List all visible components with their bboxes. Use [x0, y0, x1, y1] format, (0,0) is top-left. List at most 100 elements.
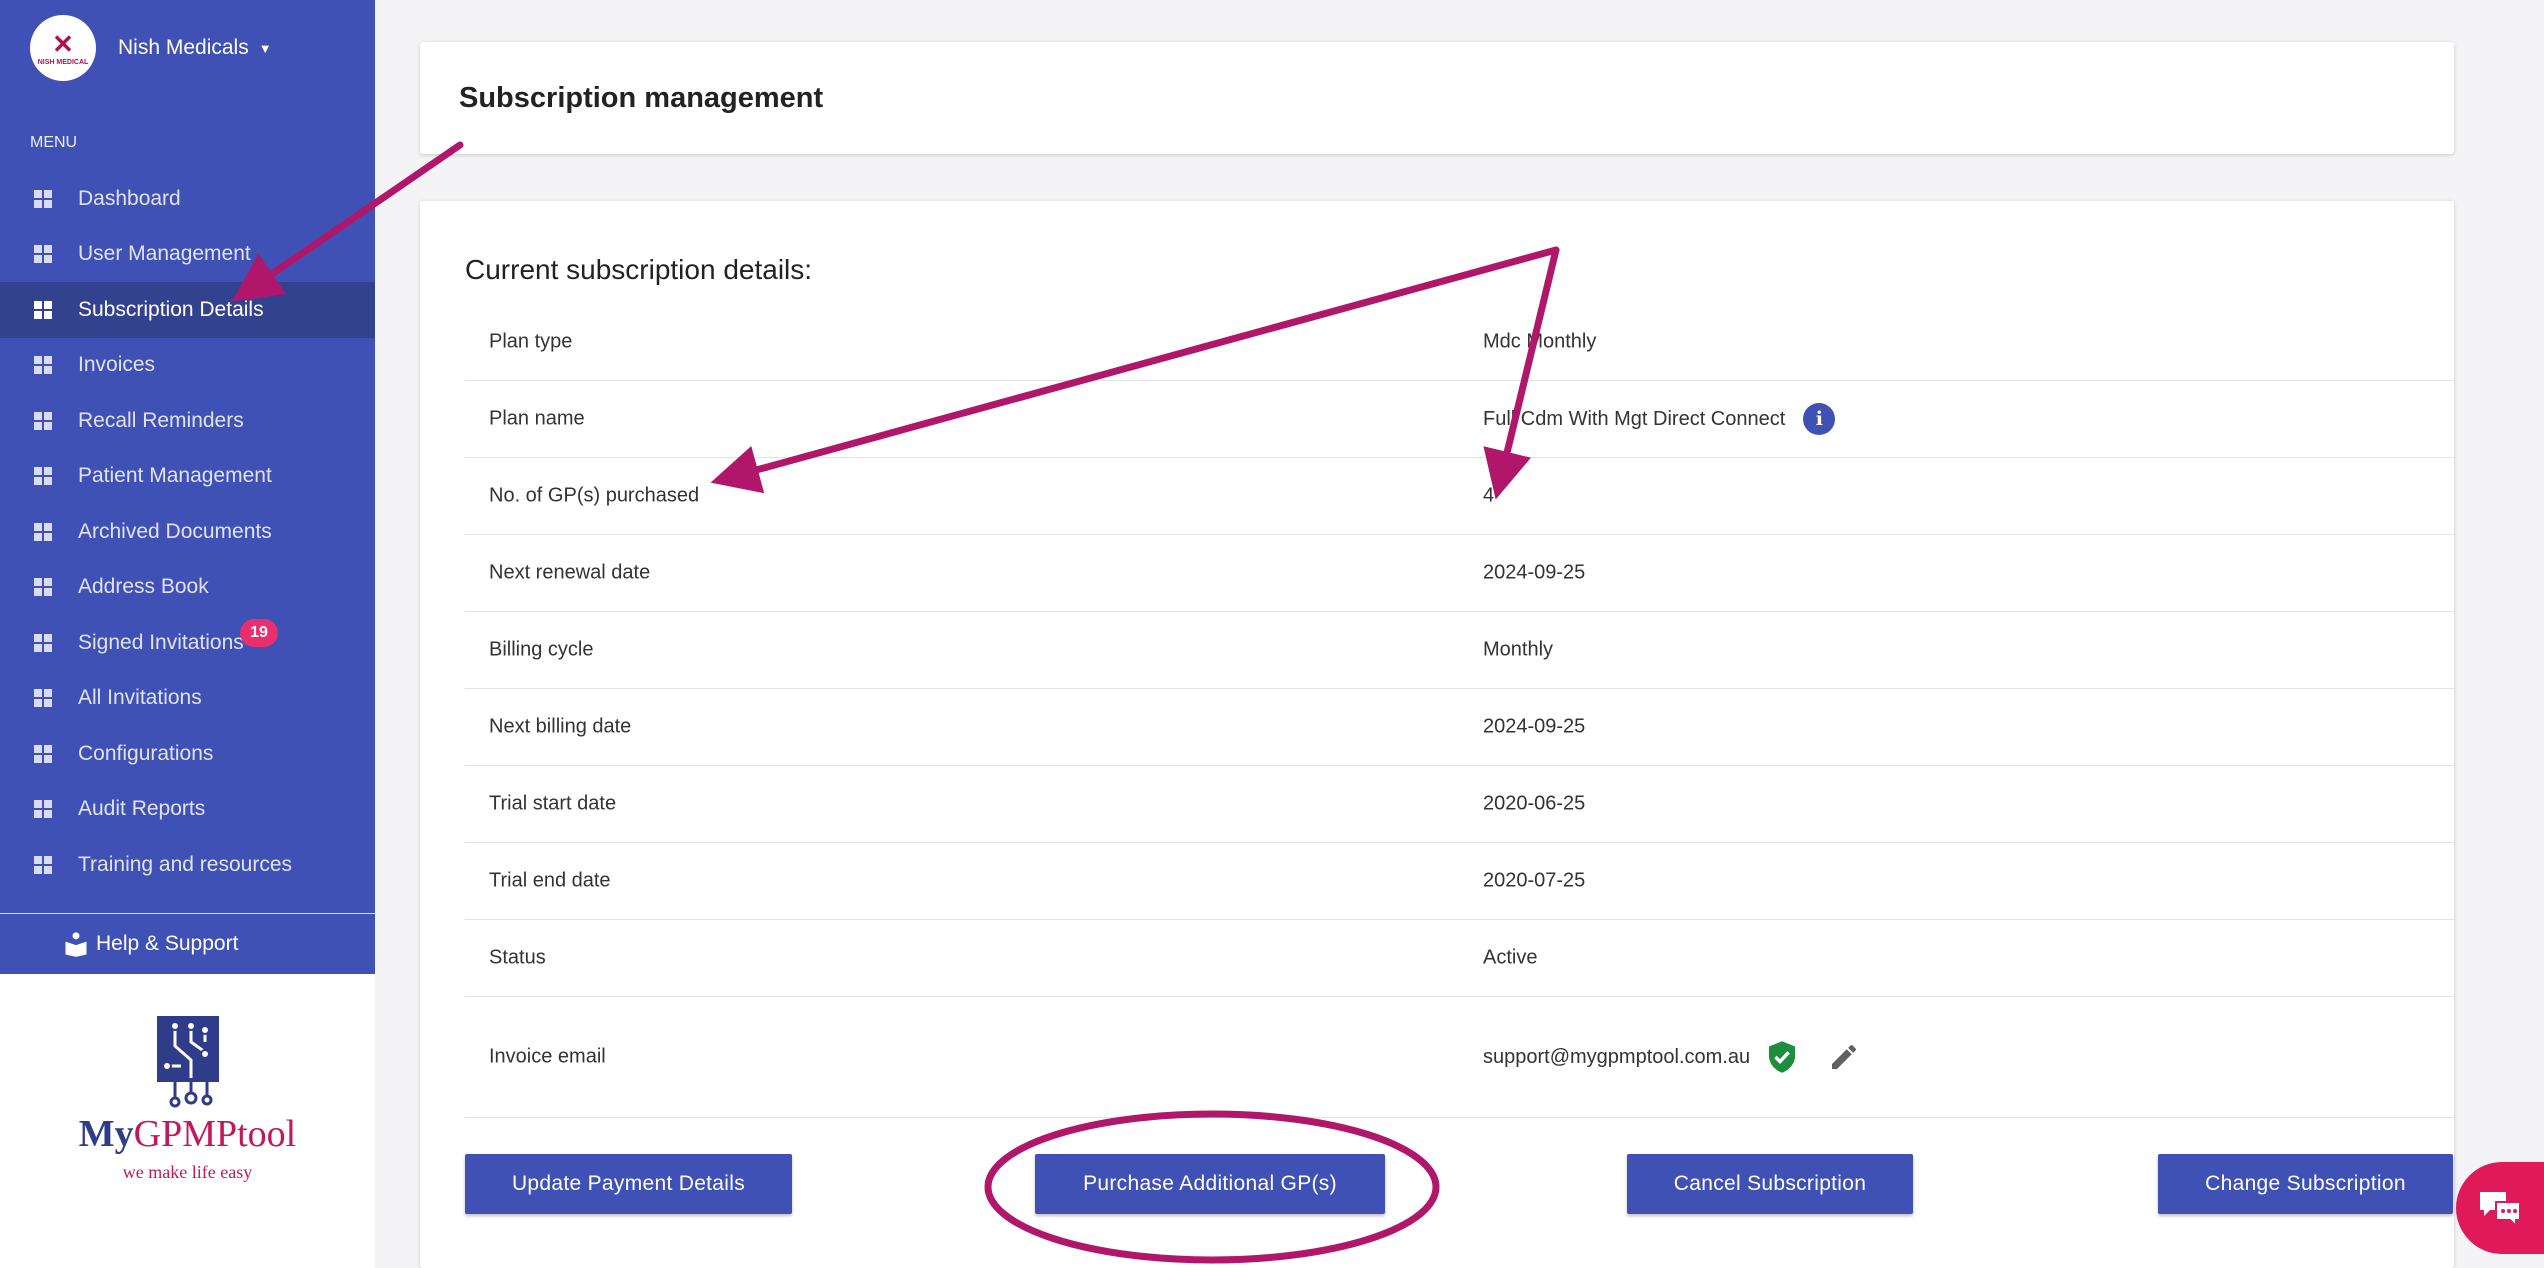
- table-row: Next billing date 2024-09-25: [465, 689, 2455, 766]
- row-value-text: 2020-07-25: [1483, 869, 1586, 892]
- sidebar-item-patient-management[interactable]: Patient Management: [0, 449, 375, 505]
- subscription-details-card: Current subscription details: Plan type …: [420, 201, 2455, 1268]
- wordmark-rest: GPMPtool: [133, 1113, 297, 1155]
- table-row: Billing cycle Monthly: [465, 612, 2455, 689]
- subscription-details-table: Plan type Mdc Monthly Plan name Full Cdm…: [465, 304, 2455, 1118]
- help-and-support-link[interactable]: Help & Support: [0, 913, 375, 973]
- row-value-text: 2024-09-25: [1483, 715, 1586, 738]
- page-header-card: Subscription management: [420, 42, 2454, 154]
- table-row: No. of GP(s) purchased 4: [465, 458, 2455, 535]
- dashboard-icon: [34, 356, 52, 375]
- row-label: Plan type: [489, 330, 573, 353]
- update-payment-details-button[interactable]: Update Payment Details: [465, 1154, 792, 1214]
- row-value: Full Cdm With Mgt Direct Connect i: [1483, 403, 1836, 435]
- sidebar-item-label: Subscription Details: [78, 297, 264, 321]
- brand-logo-text: NISH MEDICAL: [37, 58, 89, 66]
- sidebar-item-archived-documents[interactable]: Archived Documents: [0, 504, 375, 560]
- sidebar-item-dashboard[interactable]: Dashboard: [0, 171, 375, 227]
- dashboard-icon: [34, 189, 52, 208]
- row-value: 2024-09-25: [1483, 562, 1585, 585]
- dashboard-icon: [34, 689, 52, 708]
- row-value: Monthly: [1483, 639, 1553, 662]
- caret-down-icon: ▼: [258, 40, 272, 56]
- book-icon: [65, 931, 87, 957]
- table-row: Status Active: [465, 920, 2455, 997]
- sidebar-item-label: User Management: [78, 242, 251, 266]
- row-value: 2024-09-25: [1483, 716, 1585, 739]
- sidebar-item-configurations[interactable]: Configurations: [0, 726, 375, 782]
- row-value-text: Mdc Monthly: [1483, 330, 1597, 353]
- row-label: Trial end date: [489, 869, 611, 892]
- sidebar-item-label: Audit Reports: [78, 797, 206, 821]
- row-value-text: Active: [1483, 946, 1538, 969]
- sidebar-item-training-and-resources[interactable]: Training and resources: [0, 837, 375, 893]
- dashboard-icon: [34, 633, 52, 652]
- table-row: Plan name Full Cdm With Mgt Direct Conne…: [465, 381, 2455, 458]
- table-row: Trial end date 2020-07-25: [465, 843, 2455, 920]
- invoice-email-text: support@mygpmptool.com.au: [1483, 1045, 1751, 1068]
- mygpmptool-logo: MyGPMPtool we make life easy: [0, 974, 375, 1268]
- brand-switcher[interactable]: ✕ NISH MEDICAL Nish Medicals ▼: [30, 15, 272, 81]
- info-icon[interactable]: i: [1803, 403, 1836, 435]
- table-row: Plan type Mdc Monthly: [465, 304, 2455, 381]
- change-subscription-button[interactable]: Change Subscription: [2158, 1154, 2453, 1214]
- row-label: Invoice email: [489, 1045, 606, 1068]
- section-title: Current subscription details:: [465, 254, 813, 285]
- row-label: Plan name: [489, 407, 585, 430]
- tagline: we make life easy: [122, 1162, 253, 1182]
- chat-button[interactable]: [2456, 1162, 2544, 1254]
- page-title: Subscription management: [459, 82, 824, 114]
- row-label: No. of GP(s) purchased: [489, 484, 700, 507]
- row-label: Status: [489, 946, 546, 969]
- row-label: Billing cycle: [489, 638, 594, 661]
- sidebar-item-invoices[interactable]: Invoices: [0, 338, 375, 394]
- shield-check-icon: [1769, 1041, 1796, 1073]
- sidebar-item-label: Recall Reminders: [78, 408, 244, 432]
- dashboard-icon: [34, 578, 52, 597]
- dashboard-icon: [34, 522, 52, 541]
- pencil-icon[interactable]: [1828, 1041, 1860, 1073]
- dashboard-icon: [34, 467, 52, 486]
- row-value-text: 2020-06-25: [1483, 792, 1586, 815]
- row-value: Active: [1483, 947, 1537, 970]
- sidebar-item-label: Dashboard: [78, 186, 181, 210]
- sidebar-item-user-management[interactable]: User Management: [0, 227, 375, 283]
- row-value: Mdc Monthly: [1483, 331, 1596, 354]
- sidebar-item-label: Address Book: [78, 575, 209, 599]
- cancel-subscription-button[interactable]: Cancel Subscription: [1627, 1154, 1913, 1214]
- brand-mark-icon: ✕: [52, 28, 74, 59]
- sidebar-item-all-invitations[interactable]: All Invitations: [0, 671, 375, 727]
- circuit-book-icon: [157, 1016, 219, 1108]
- help-and-support-label: Help & Support: [96, 931, 239, 955]
- row-value: 2020-07-25: [1483, 870, 1585, 893]
- row-value-text: 2024-09-25: [1483, 561, 1586, 584]
- brand-name: Nish Medicals: [118, 36, 249, 59]
- mygpmptool-wordmark: MyGPMPtool: [0, 1112, 375, 1156]
- sidebar-item-audit-reports[interactable]: Audit Reports: [0, 782, 375, 838]
- table-row: Trial start date 2020-06-25: [465, 766, 2455, 843]
- sidebar-item-label: Archived Documents: [78, 519, 272, 543]
- sidebar-item-label: All Invitations: [78, 686, 202, 710]
- row-value: 4: [1483, 485, 1494, 508]
- sidebar-item-subscription-details[interactable]: Subscription Details: [0, 282, 375, 338]
- sidebar-item-recall-reminders[interactable]: Recall Reminders: [0, 393, 375, 449]
- dashboard-icon: [34, 855, 52, 874]
- dashboard-icon: [34, 411, 52, 430]
- brand-logo: ✕ NISH MEDICAL: [30, 15, 96, 81]
- table-row: Next renewal date 2024-09-25: [465, 535, 2455, 612]
- sidebar-item-label: Patient Management: [78, 464, 272, 488]
- row-label: Trial start date: [489, 792, 617, 815]
- sidebar-item-label: Invoices: [78, 353, 156, 377]
- row-value: 2020-06-25: [1483, 793, 1585, 816]
- purchase-additional-gp-button[interactable]: Purchase Additional GP(s): [1035, 1154, 1385, 1214]
- sidebar-item-address-book[interactable]: Address Book: [0, 560, 375, 616]
- wordmark-prefix: My: [78, 1113, 134, 1155]
- sidebar-item-label: Signed Invitations: [78, 630, 244, 654]
- dashboard-icon: [34, 245, 52, 264]
- sidebar-item-signed-invitations[interactable]: Signed Invitations 19: [0, 615, 375, 671]
- sidebar-item-label: Training and resources: [78, 852, 292, 876]
- row-label: Next renewal date: [489, 561, 651, 584]
- dashboard-icon: [34, 800, 52, 819]
- sidebar-item-label: Configurations: [78, 741, 214, 765]
- notification-badge: 19: [240, 619, 278, 647]
